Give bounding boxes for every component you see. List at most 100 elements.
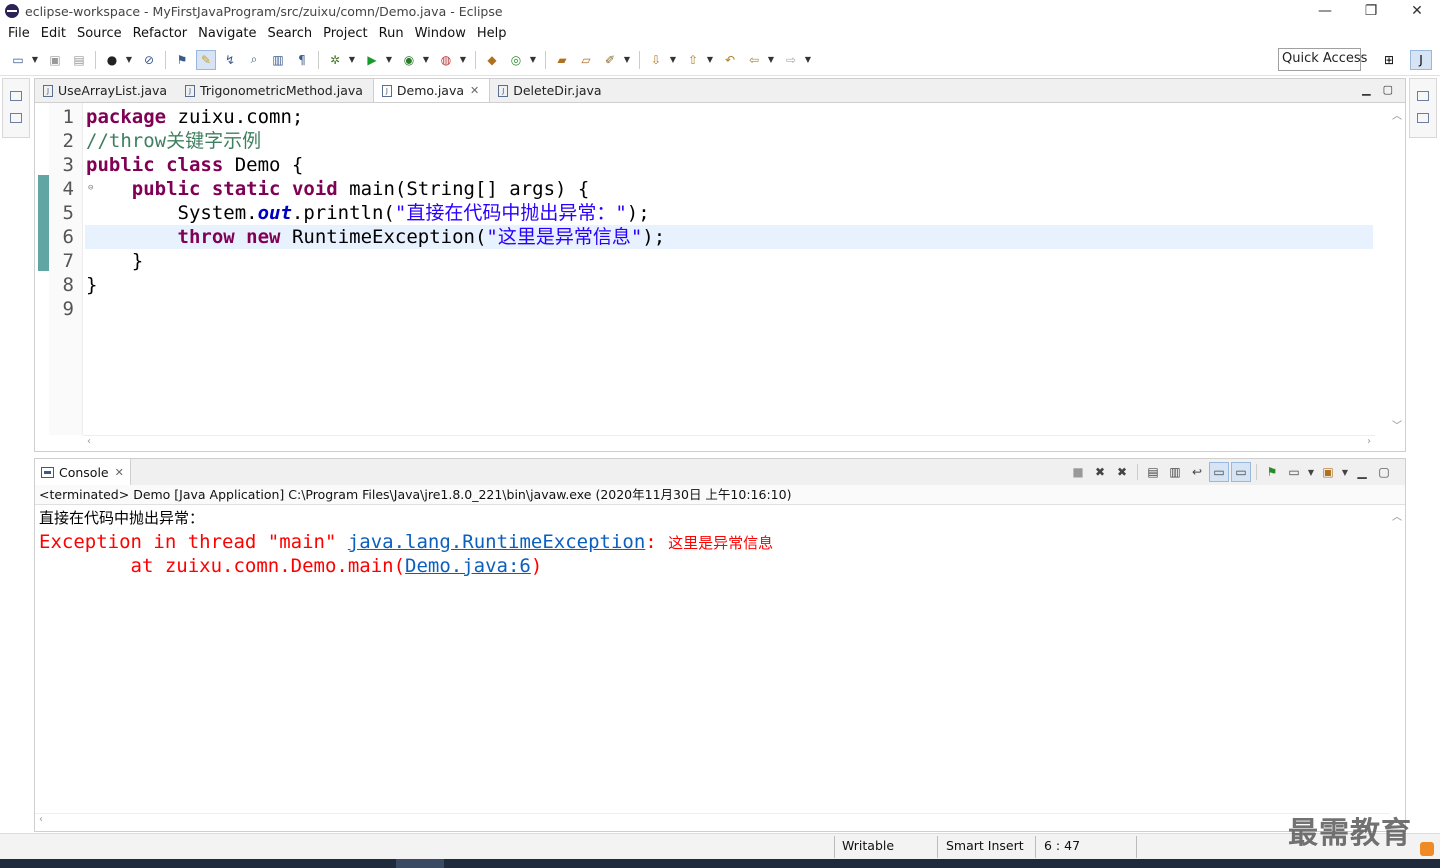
- save-icon[interactable]: ▣: [45, 50, 65, 70]
- open-perspective-icon[interactable]: ⊞: [1378, 50, 1400, 70]
- menu-help[interactable]: Help: [473, 26, 514, 41]
- exception-link[interactable]: java.lang.RuntimeException: [348, 531, 645, 553]
- external-tools-icon[interactable]: ◍: [436, 50, 456, 70]
- scroll-left-icon[interactable]: ‹: [87, 436, 91, 447]
- taskbar-item[interactable]: [396, 859, 444, 868]
- skip-breakpoints-icon[interactable]: ⊘: [139, 50, 159, 70]
- outline-icon[interactable]: [1417, 113, 1429, 123]
- editor-horizontal-scrollbar[interactable]: ‹ ›: [83, 435, 1375, 451]
- java-perspective-icon[interactable]: J: [1410, 50, 1432, 70]
- menu-source[interactable]: Source: [73, 26, 129, 41]
- source-location-link[interactable]: Demo.java:6: [405, 555, 531, 577]
- back-icon[interactable]: ⇦: [744, 50, 764, 70]
- code-area[interactable]: 1 2 3 4 5 6 7 8 9 ⊖ package zuixu.comn; …: [35, 103, 1405, 435]
- close-button[interactable]: ✕: [1394, 0, 1440, 22]
- coverage-dropdown-icon[interactable]: ▼: [421, 50, 431, 70]
- tab-demo[interactable]: J Demo.java ✕: [372, 78, 491, 102]
- search-icon[interactable]: ⌕: [244, 50, 264, 70]
- scroll-down-icon[interactable]: ﹀: [1389, 417, 1405, 432]
- scroll-lock-icon[interactable]: ▥: [1165, 462, 1185, 482]
- scroll-left-icon[interactable]: ‹: [39, 814, 43, 825]
- open-console-dropdown-icon[interactable]: ▼: [1340, 462, 1350, 482]
- last-edit-location-icon[interactable]: ↶: [720, 50, 740, 70]
- scroll-up-icon[interactable]: ︿: [1389, 107, 1405, 122]
- pin-icon[interactable]: ✐: [600, 50, 620, 70]
- quick-access-input[interactable]: Quick Access: [1278, 48, 1367, 71]
- new-icon[interactable]: ▭: [8, 50, 28, 70]
- close-tab-icon[interactable]: ✕: [115, 466, 124, 479]
- run-icon[interactable]: ▶: [362, 50, 382, 70]
- close-tab-icon[interactable]: ✕: [470, 84, 479, 97]
- maximize-icon[interactable]: ▢: [1383, 83, 1393, 96]
- console-view: Console ✕ ■ ✖ ✖ ▤ ▥ ↩ ▭ ▭ ⚑ ▭ ▼ ▣ ▼ ▁ ▢ <t…: [34, 458, 1406, 832]
- profile-icon[interactable]: ●: [102, 50, 122, 70]
- save-all-icon[interactable]: ▤: [69, 50, 89, 70]
- new-dropdown-icon[interactable]: ▼: [30, 50, 40, 70]
- profile-dropdown-icon[interactable]: ▼: [124, 50, 134, 70]
- debug-icon[interactable]: ✲: [325, 50, 345, 70]
- word-wrap-icon[interactable]: ↩: [1187, 462, 1207, 482]
- previous-edit-dropdown-icon[interactable]: ▼: [705, 50, 715, 70]
- tab-use-array-list[interactable]: J UseArrayList.java: [35, 79, 177, 102]
- previous-edit-icon[interactable]: ⇧: [683, 50, 703, 70]
- editor-vertical-scrollbar[interactable]: ︿ ﹀: [1389, 103, 1405, 435]
- open-folder-icon[interactable]: ▱: [576, 50, 596, 70]
- menu-search[interactable]: Search: [263, 26, 319, 41]
- code-line: System.out.println("直接在代码中抛出异常：");: [85, 201, 1373, 225]
- external-tools-dropdown-icon[interactable]: ▼: [458, 50, 468, 70]
- menu-run[interactable]: Run: [375, 26, 411, 41]
- terminate-icon[interactable]: ■: [1068, 462, 1088, 482]
- display-dropdown-icon[interactable]: ▼: [1306, 462, 1316, 482]
- scroll-up-icon[interactable]: ︿: [1389, 508, 1405, 523]
- minimize-icon[interactable]: ▁: [1352, 462, 1372, 482]
- minimize-icon[interactable]: ▁: [1362, 83, 1370, 96]
- console-horizontal-scrollbar[interactable]: ‹: [35, 813, 1389, 831]
- menu-refactor[interactable]: Refactor: [129, 26, 195, 41]
- restore-icon[interactable]: [10, 91, 22, 101]
- remove-all-terminated-icon[interactable]: ✖: [1112, 462, 1132, 482]
- menu-window[interactable]: Window: [411, 26, 473, 41]
- minimize-button[interactable]: —: [1302, 0, 1348, 22]
- forward-icon[interactable]: ⇨: [781, 50, 801, 70]
- clear-console-icon[interactable]: ▤: [1143, 462, 1163, 482]
- tab-console[interactable]: Console ✕: [35, 459, 131, 485]
- menu-navigate[interactable]: Navigate: [194, 26, 263, 41]
- new-java-class-icon[interactable]: ◎: [506, 50, 526, 70]
- new-java-package-icon[interactable]: ◆: [482, 50, 502, 70]
- show-on-stderr-icon[interactable]: ▭: [1231, 462, 1251, 482]
- open-type-icon[interactable]: ⚑: [172, 50, 192, 70]
- open-console-icon[interactable]: ▣: [1318, 462, 1338, 482]
- back-dropdown-icon[interactable]: ▼: [766, 50, 776, 70]
- block-selection-icon[interactable]: ▥: [268, 50, 288, 70]
- next-annotation-icon[interactable]: ↯: [220, 50, 240, 70]
- menu-file[interactable]: File: [4, 26, 37, 41]
- next-edit-dropdown-icon[interactable]: ▼: [668, 50, 678, 70]
- tab-trigonometric-method[interactable]: J TrigonometricMethod.java: [177, 79, 373, 102]
- open-task-icon[interactable]: ▰: [552, 50, 572, 70]
- menu-project[interactable]: Project: [319, 26, 374, 41]
- package-explorer-icon[interactable]: [10, 113, 22, 123]
- maximize-icon[interactable]: ▢: [1374, 462, 1394, 482]
- pin-dropdown-icon[interactable]: ▼: [622, 50, 632, 70]
- console-vertical-scrollbar[interactable]: ︿: [1389, 506, 1405, 814]
- new-class-dropdown-icon[interactable]: ▼: [528, 50, 538, 70]
- insert-mode-status[interactable]: Smart Insert: [946, 838, 1024, 853]
- show-on-stdout-icon[interactable]: ▭: [1209, 462, 1229, 482]
- forward-dropdown-icon[interactable]: ▼: [803, 50, 813, 70]
- remove-launch-icon[interactable]: ✖: [1090, 462, 1110, 482]
- display-console-icon[interactable]: ▭: [1284, 462, 1304, 482]
- scroll-right-icon[interactable]: ›: [1367, 436, 1371, 447]
- coverage-icon[interactable]: ◉: [399, 50, 419, 70]
- show-whitespace-icon[interactable]: ¶: [292, 50, 312, 70]
- highlight-occurrences-icon[interactable]: ✎: [196, 49, 216, 70]
- console-output[interactable]: 直接在代码中抛出异常： Exception in thread "main" j…: [35, 506, 1387, 814]
- restore-icon[interactable]: [1417, 91, 1429, 101]
- run-dropdown-icon[interactable]: ▼: [384, 50, 394, 70]
- tab-delete-dir[interactable]: J DeleteDir.java: [490, 79, 611, 102]
- next-edit-icon[interactable]: ⇩: [646, 50, 666, 70]
- pin-console-icon[interactable]: ⚑: [1262, 462, 1282, 482]
- code-text: zuixu.comn;: [166, 106, 304, 128]
- menu-edit[interactable]: Edit: [37, 26, 73, 41]
- debug-dropdown-icon[interactable]: ▼: [347, 50, 357, 70]
- restore-button[interactable]: ❐: [1348, 0, 1394, 22]
